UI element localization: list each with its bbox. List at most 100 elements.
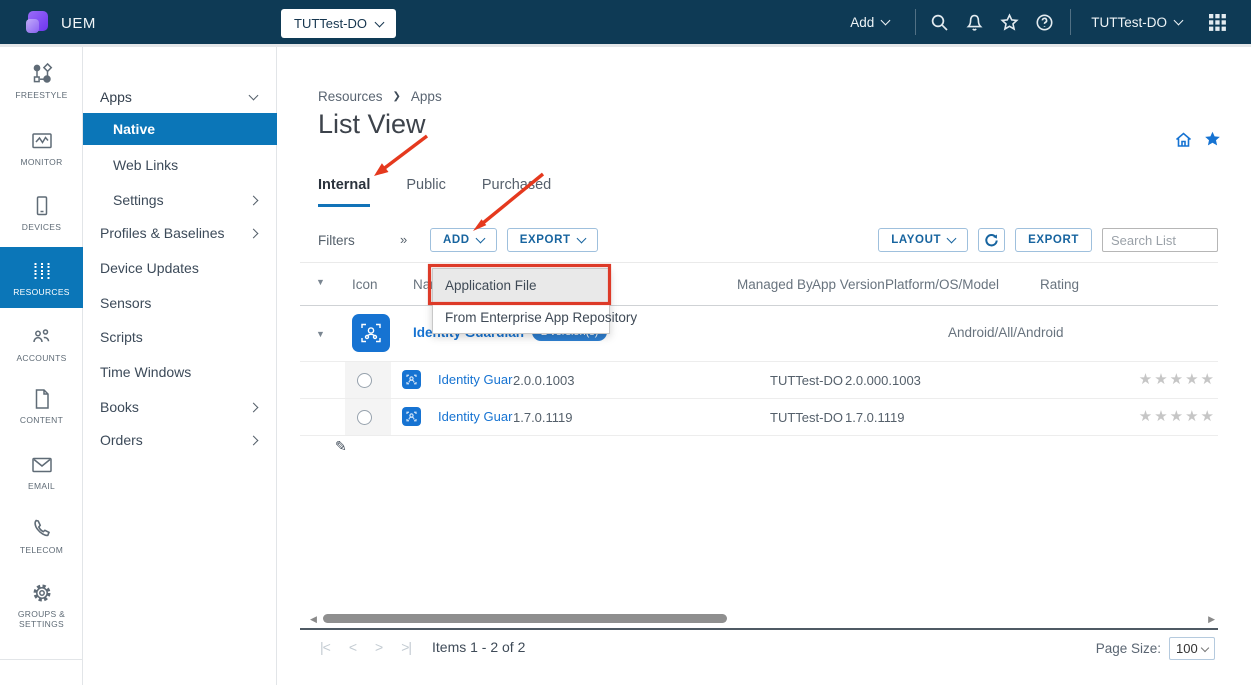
column-header-managed-by[interactable]: Managed By [737, 277, 813, 292]
column-header-rating[interactable]: Rating [1040, 277, 1079, 292]
breadcrumb: Resources ❯ Apps [318, 89, 442, 104]
list-view-tabs: Internal Public Purchased [318, 177, 551, 207]
sidebar-item-resources[interactable]: RESOURCES [0, 247, 83, 308]
sidebar-item-label: ACCOUNTS [0, 353, 83, 363]
refresh-icon [984, 233, 999, 248]
main-content: Resources ❯ Apps List View Internal Publ… [277, 47, 1251, 685]
home-icon[interactable] [1175, 131, 1192, 148]
app-version-row[interactable]: Identity Guar 2.0.0.1003 TUTTest-DO 2.0.… [300, 362, 1218, 399]
submenu-item-device-updates[interactable]: Device Updates [83, 253, 277, 283]
layout-button-label: LAYOUT [891, 234, 941, 246]
tab-public[interactable]: Public [406, 177, 446, 207]
layout-button[interactable]: LAYOUT [878, 228, 968, 252]
sidebar-item-monitor[interactable]: MONITOR [0, 129, 83, 167]
page-size-select[interactable]: 100 [1169, 637, 1215, 660]
submenu-item-time-windows[interactable]: Time Windows [83, 357, 277, 387]
submenu-item-apps[interactable]: Apps [83, 82, 277, 112]
sidebar-item-accounts[interactable]: ACCOUNTS [0, 325, 83, 363]
help-icon[interactable] [1035, 13, 1054, 32]
search-input[interactable] [1102, 228, 1218, 252]
tab-internal[interactable]: Internal [318, 177, 370, 207]
page-quick-actions [1175, 131, 1221, 148]
face-scan-icon [405, 373, 418, 386]
previous-page-button[interactable]: < [349, 639, 356, 655]
breadcrumb-resources[interactable]: Resources [318, 89, 383, 104]
tab-purchased[interactable]: Purchased [482, 177, 551, 207]
sidebar-item-email[interactable]: EMAIL [0, 453, 83, 491]
refresh-button[interactable] [978, 228, 1005, 252]
collapse-all-icon[interactable]: ▼ [316, 277, 325, 287]
chevron-down-icon [249, 91, 259, 101]
column-header-app-version[interactable]: App Version [812, 277, 885, 292]
column-header-icon[interactable]: Icon [352, 277, 378, 292]
export-list-button-label: EXPORT [1028, 234, 1079, 246]
last-page-button[interactable]: >| [401, 639, 411, 655]
row-radio-button[interactable] [357, 373, 372, 388]
favorite-star-icon[interactable] [1204, 131, 1221, 148]
submenu-item-scripts[interactable]: Scripts [83, 322, 277, 352]
sidebar-item-label: TELECOM [0, 545, 83, 555]
edit-row: ✎ [300, 436, 1218, 458]
managed-by-cell: TUTTest-DO [770, 410, 843, 425]
favorites-star-icon[interactable] [1000, 13, 1019, 32]
submenu-item-web-links[interactable]: Web Links [83, 150, 277, 180]
horizontal-scrollbar[interactable] [323, 614, 727, 623]
chevron-right-icon [249, 229, 259, 239]
row-radio-button[interactable] [357, 410, 372, 425]
rating-stars[interactable]: ★★★★★ [1139, 407, 1216, 425]
submenu-item-label: Orders [100, 432, 143, 448]
notifications-bell-icon[interactable] [965, 13, 984, 32]
chevron-down-icon [881, 16, 891, 26]
breadcrumb-apps[interactable]: Apps [411, 89, 442, 104]
submenu-item-label: Apps [100, 89, 132, 105]
sidebar-item-telecom[interactable]: TELECOM [0, 517, 83, 555]
first-page-button[interactable]: |< [320, 639, 330, 655]
sidebar-item-freestyle[interactable]: FREESTYLE [0, 62, 83, 100]
submenu-item-sensors[interactable]: Sensors [83, 288, 277, 318]
chevron-down-icon [375, 17, 385, 27]
edit-pencil-icon[interactable]: ✎ [335, 438, 347, 455]
app-grid-icon[interactable] [1208, 13, 1227, 32]
list-toolbar: Filters » ADD EXPORT LAYOUT [318, 228, 1218, 254]
search-icon[interactable] [930, 13, 949, 32]
rating-stars[interactable]: ★★★★★ [1139, 370, 1216, 388]
export-button[interactable]: EXPORT [507, 228, 598, 252]
app-version-row[interactable]: Identity Guar 1.7.0.1119 TUTTest-DO 1.7.… [300, 399, 1218, 436]
organization-group-switcher[interactable]: TUTTest-DO [281, 9, 396, 38]
submenu-item-orders[interactable]: Orders [83, 425, 277, 455]
chevron-down-icon [475, 233, 485, 243]
expand-filters-icon[interactable]: » [400, 232, 407, 247]
submenu-item-profiles-baselines[interactable]: Profiles & Baselines [83, 218, 277, 248]
submenu-item-settings[interactable]: Settings [83, 185, 277, 215]
account-menu-button[interactable]: TUTTest-DO [1091, 15, 1182, 30]
page-size-label: Page Size: [1096, 641, 1161, 656]
scroll-left-icon[interactable]: ◀ [310, 614, 317, 625]
app-version-name-link[interactable]: Identity Guar [438, 409, 512, 424]
app-mini-icon [402, 370, 421, 389]
collapse-group-icon[interactable]: ▼ [316, 329, 325, 339]
pagination: |< < > >| Items 1 - 2 of 2 [320, 639, 525, 655]
filters-label[interactable]: Filters [318, 233, 355, 248]
menu-item-application-file[interactable]: Application File [433, 269, 609, 303]
submenu-item-label: Web Links [113, 157, 178, 173]
submenu-item-label: Sensors [100, 295, 151, 311]
submenu-item-books[interactable]: Books [83, 392, 277, 422]
submenu-item-native[interactable]: Native [83, 113, 277, 145]
app-version-name-link[interactable]: Identity Guar [438, 372, 512, 387]
next-page-button[interactable]: > [375, 639, 382, 655]
sidebar-item-devices[interactable]: DEVICES [0, 194, 83, 232]
menu-item-enterprise-repo[interactable]: From Enterprise App Repository [433, 303, 609, 333]
resources-submenu: Apps Native Web Links Settings Profiles … [83, 47, 277, 685]
sidebar-item-content[interactable]: CONTENT [0, 387, 83, 425]
export-list-button[interactable]: EXPORT [1015, 228, 1092, 252]
add-button[interactable]: ADD [430, 228, 497, 252]
submenu-item-label: Native [113, 121, 155, 137]
items-count-label: Items 1 - 2 of 2 [432, 639, 525, 655]
sidebar-item-groups-settings[interactable]: GROUPS & SETTINGS [0, 581, 83, 629]
scroll-right-icon[interactable]: ▶ [1208, 614, 1215, 625]
identity-guardian-app-icon[interactable] [352, 314, 390, 352]
page-size-control: Page Size: 100 [1096, 637, 1215, 660]
column-header-platform[interactable]: Platform/OS/Model [885, 277, 999, 292]
uem-console: UEM TUTTest-DO Add [0, 0, 1251, 685]
add-menu-button[interactable]: Add [850, 15, 889, 30]
